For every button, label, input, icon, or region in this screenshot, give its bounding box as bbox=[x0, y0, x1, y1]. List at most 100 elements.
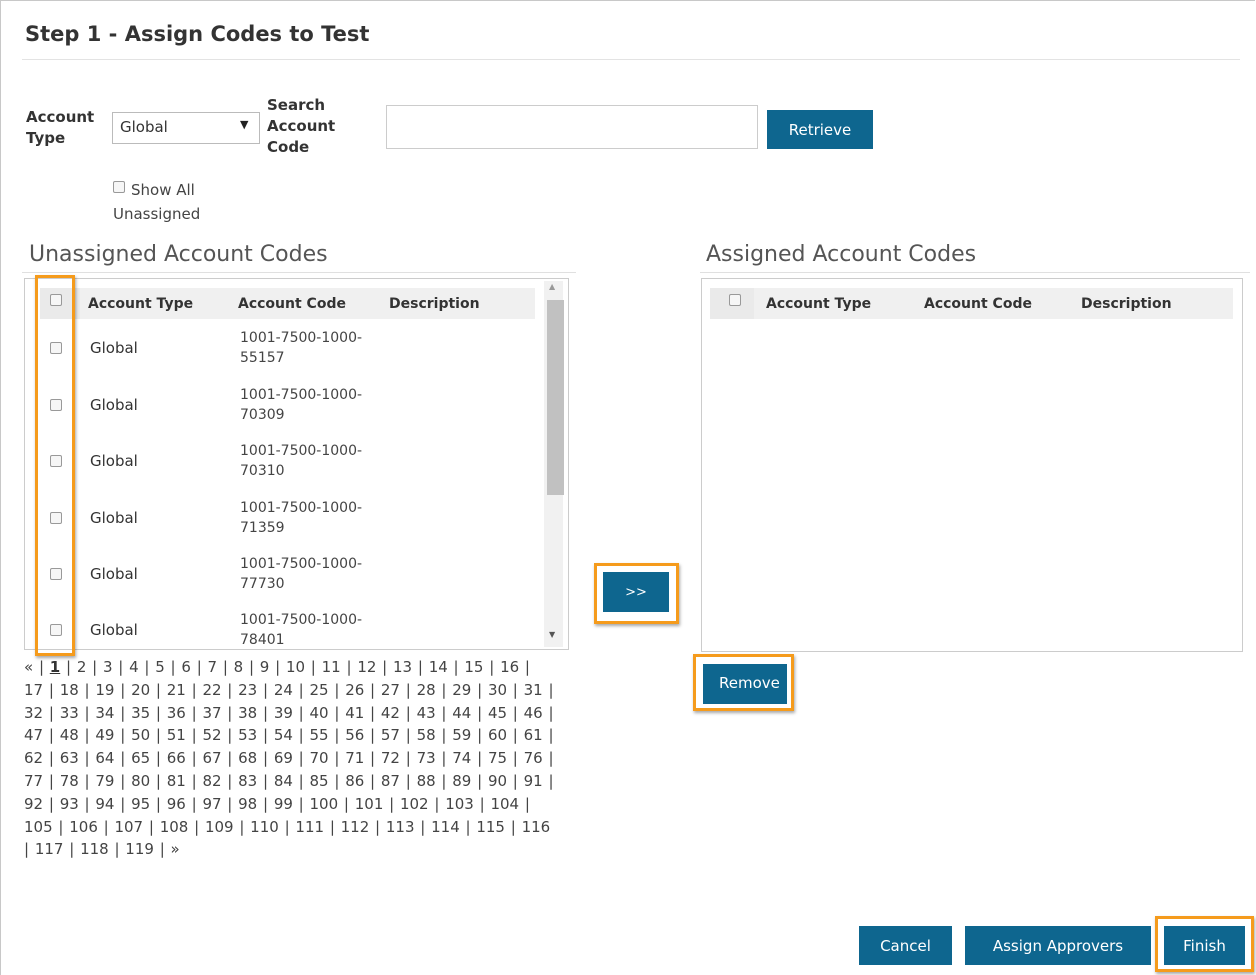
page-link[interactable]: 14 bbox=[429, 658, 448, 676]
page-link[interactable]: 30 bbox=[488, 681, 507, 699]
page-link[interactable]: 21 bbox=[167, 681, 186, 699]
page-link[interactable]: 71 bbox=[345, 749, 364, 767]
page-link[interactable]: 37 bbox=[202, 704, 221, 722]
page-link[interactable]: 31 bbox=[524, 681, 543, 699]
page-link[interactable]: 93 bbox=[60, 795, 79, 813]
page-link[interactable]: 114 bbox=[431, 818, 460, 836]
page-link[interactable]: 56 bbox=[345, 726, 364, 744]
account-type-select[interactable]: Global ▼ bbox=[112, 112, 260, 144]
page-link[interactable]: 119 bbox=[125, 840, 154, 858]
page-link[interactable]: 115 bbox=[476, 818, 505, 836]
page-link[interactable]: 6 bbox=[181, 658, 191, 676]
page-link[interactable]: 111 bbox=[295, 818, 324, 836]
page-link[interactable]: 26 bbox=[345, 681, 364, 699]
page-link[interactable]: 49 bbox=[95, 726, 114, 744]
page-link[interactable]: 58 bbox=[417, 726, 436, 744]
page-link[interactable]: 87 bbox=[381, 772, 400, 790]
page-link[interactable]: 16 bbox=[500, 658, 519, 676]
page-link[interactable]: 59 bbox=[452, 726, 471, 744]
page-link[interactable]: 118 bbox=[80, 840, 109, 858]
row-checkbox[interactable] bbox=[50, 624, 62, 636]
page-link[interactable]: 76 bbox=[524, 749, 543, 767]
page-link[interactable]: 35 bbox=[131, 704, 150, 722]
page-link[interactable]: 67 bbox=[202, 749, 221, 767]
page-link[interactable]: 29 bbox=[452, 681, 471, 699]
page-link[interactable]: 86 bbox=[345, 772, 364, 790]
select-all-assigned-checkbox[interactable] bbox=[729, 294, 741, 306]
page-link[interactable]: 89 bbox=[452, 772, 471, 790]
page-link[interactable]: 41 bbox=[345, 704, 364, 722]
page-link[interactable]: 72 bbox=[381, 749, 400, 767]
page-link[interactable]: 47 bbox=[24, 726, 43, 744]
page-link[interactable]: 13 bbox=[393, 658, 412, 676]
page-link[interactable]: 113 bbox=[386, 818, 415, 836]
page-link[interactable]: 25 bbox=[310, 681, 329, 699]
page-link[interactable]: 19 bbox=[95, 681, 114, 699]
page-link[interactable]: 23 bbox=[238, 681, 257, 699]
page-link[interactable]: 61 bbox=[524, 726, 543, 744]
page-link[interactable]: 98 bbox=[238, 795, 257, 813]
page-link[interactable]: 28 bbox=[417, 681, 436, 699]
page-link[interactable]: 63 bbox=[60, 749, 79, 767]
cancel-button[interactable]: Cancel bbox=[859, 926, 952, 965]
page-link[interactable]: 3 bbox=[103, 658, 113, 676]
page-link[interactable]: 48 bbox=[60, 726, 79, 744]
page-link[interactable]: 85 bbox=[310, 772, 329, 790]
page-link[interactable]: 24 bbox=[274, 681, 293, 699]
page-link[interactable]: 104 bbox=[490, 795, 519, 813]
page-link[interactable]: 116 bbox=[522, 818, 551, 836]
page-link[interactable]: 51 bbox=[167, 726, 186, 744]
page-link[interactable]: 108 bbox=[160, 818, 189, 836]
page-link[interactable]: 46 bbox=[524, 704, 543, 722]
page-link[interactable]: 36 bbox=[167, 704, 186, 722]
page-link[interactable]: 42 bbox=[381, 704, 400, 722]
page-link[interactable]: 62 bbox=[24, 749, 43, 767]
page-link[interactable]: 101 bbox=[355, 795, 384, 813]
page-link[interactable]: 60 bbox=[488, 726, 507, 744]
move-to-assigned-button[interactable]: >> bbox=[603, 572, 669, 612]
page-link[interactable]: 69 bbox=[274, 749, 293, 767]
page-link[interactable]: 81 bbox=[167, 772, 186, 790]
page-link[interactable]: 79 bbox=[95, 772, 114, 790]
page-link[interactable]: 102 bbox=[400, 795, 429, 813]
page-link[interactable]: 44 bbox=[452, 704, 471, 722]
scroll-up-icon[interactable]: ▲ bbox=[549, 282, 555, 291]
page-link[interactable]: 50 bbox=[131, 726, 150, 744]
search-input[interactable] bbox=[386, 105, 758, 149]
page-link[interactable]: 33 bbox=[60, 704, 79, 722]
page-link[interactable]: 43 bbox=[417, 704, 436, 722]
page-link[interactable]: 54 bbox=[274, 726, 293, 744]
page-link[interactable]: 53 bbox=[238, 726, 257, 744]
page-link[interactable]: 83 bbox=[238, 772, 257, 790]
page-link[interactable]: 32 bbox=[24, 704, 43, 722]
page-link[interactable]: 112 bbox=[341, 818, 370, 836]
retrieve-button[interactable]: Retrieve bbox=[767, 110, 873, 149]
finish-button[interactable]: Finish bbox=[1164, 926, 1245, 965]
page-link[interactable]: 40 bbox=[310, 704, 329, 722]
row-checkbox[interactable] bbox=[50, 568, 62, 580]
page-link[interactable]: 18 bbox=[60, 681, 79, 699]
prev-page-link[interactable]: « bbox=[24, 658, 33, 676]
page-link[interactable]: 94 bbox=[95, 795, 114, 813]
page-link[interactable]: 2 bbox=[77, 658, 87, 676]
page-link[interactable]: 39 bbox=[274, 704, 293, 722]
page-link[interactable]: 106 bbox=[69, 818, 98, 836]
page-link[interactable]: 88 bbox=[417, 772, 436, 790]
page-link[interactable]: 96 bbox=[167, 795, 186, 813]
page-link[interactable]: 55 bbox=[310, 726, 329, 744]
assign-approvers-button[interactable]: Assign Approvers bbox=[965, 926, 1151, 965]
page-link[interactable]: 100 bbox=[310, 795, 339, 813]
page-link[interactable]: 8 bbox=[234, 658, 244, 676]
page-link[interactable]: 75 bbox=[488, 749, 507, 767]
remove-button[interactable]: Remove bbox=[703, 664, 787, 704]
page-link[interactable]: 99 bbox=[274, 795, 293, 813]
page-link[interactable]: 80 bbox=[131, 772, 150, 790]
row-checkbox[interactable] bbox=[50, 455, 62, 467]
page-link[interactable]: 4 bbox=[129, 658, 139, 676]
page-link[interactable]: 105 bbox=[24, 818, 53, 836]
page-link[interactable]: 10 bbox=[286, 658, 305, 676]
page-link[interactable]: 57 bbox=[381, 726, 400, 744]
page-link[interactable]: 66 bbox=[167, 749, 186, 767]
page-link[interactable]: 15 bbox=[464, 658, 483, 676]
page-link[interactable]: 95 bbox=[131, 795, 150, 813]
